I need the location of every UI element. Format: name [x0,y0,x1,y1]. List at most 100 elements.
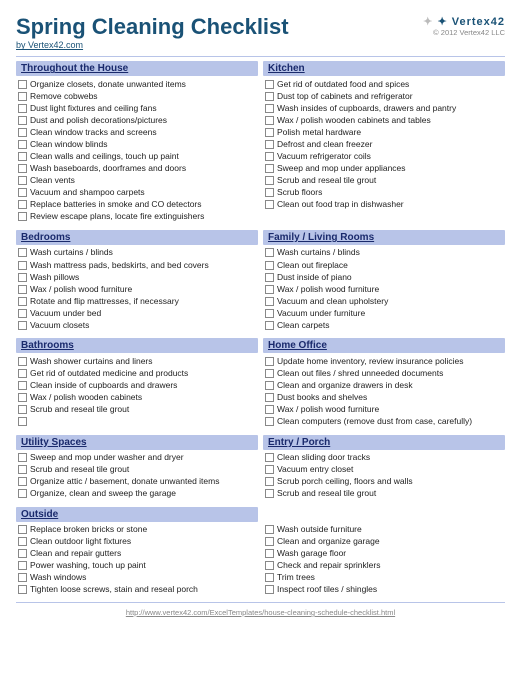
checkbox[interactable] [18,285,27,294]
checkbox[interactable] [18,128,27,137]
checkbox[interactable] [265,573,274,582]
checkbox[interactable] [18,573,27,582]
list-item: Dust light fixtures and ceiling fans [18,102,256,114]
checkbox[interactable] [265,248,274,257]
checkbox[interactable] [265,417,274,426]
checkbox[interactable] [18,453,27,462]
list-item: Replace broken bricks or stone [18,524,256,536]
list-item: Clean carpets [265,319,503,331]
checkbox[interactable] [18,212,27,221]
checkbox[interactable] [18,200,27,209]
checkbox[interactable] [265,321,274,330]
list-item: Vacuum refrigerator coils [265,151,503,163]
checkbox[interactable] [18,477,27,486]
checkbox[interactable] [265,381,274,390]
checkbox[interactable] [18,92,27,101]
checkbox[interactable] [265,477,274,486]
checkbox[interactable] [265,80,274,89]
checkbox[interactable] [18,80,27,89]
checkbox[interactable] [265,273,274,282]
checkbox[interactable] [265,453,274,462]
list-item: Clean out fireplace [265,259,503,271]
checkbox[interactable] [18,417,27,426]
checkbox[interactable] [18,321,27,330]
checkbox[interactable] [18,537,27,546]
checkbox[interactable] [265,285,274,294]
checkbox[interactable] [18,381,27,390]
list-item: Dust books and shelves [265,391,503,403]
list-item: Get rid of outdated food and spices [265,78,503,90]
checkbox[interactable] [265,140,274,149]
checkbox[interactable] [18,489,27,498]
checkbox[interactable] [18,297,27,306]
checkbox[interactable] [18,309,27,318]
list-item: Dust inside of piano [265,271,503,283]
checkbox[interactable] [265,104,274,113]
checkbox[interactable] [265,405,274,414]
checkbox[interactable] [18,393,27,402]
checkbox[interactable] [18,152,27,161]
list-item: Scrub and reseal tile grout [265,175,503,187]
checkbox[interactable] [265,561,274,570]
list-item: Clean sliding door tracks [265,452,503,464]
checkbox[interactable] [18,176,27,185]
checkbox[interactable] [18,164,27,173]
footer-url[interactable]: http://www.vertex42.com/ExcelTemplates/h… [16,608,505,617]
checkbox[interactable] [18,405,27,414]
checkbox[interactable] [265,261,274,270]
checkbox[interactable] [18,465,27,474]
checkbox[interactable] [18,549,27,558]
checkbox[interactable] [18,525,27,534]
checkbox[interactable] [265,152,274,161]
checkbox[interactable] [265,585,274,594]
list-item: Sweep and mop under washer and dryer [18,452,256,464]
list-item: Dust top of cabinets and refrigerator [265,90,503,102]
list-item: Replace batteries in smoke and CO detect… [18,199,256,211]
checkbox[interactable] [18,585,27,594]
checkbox[interactable] [265,176,274,185]
list-item: Wash curtains / blinds [18,247,256,259]
checkbox[interactable] [265,537,274,546]
checkbox[interactable] [265,357,274,366]
checkbox[interactable] [18,140,27,149]
list-item: Organize attic / basement, donate unwant… [18,476,256,488]
checkbox[interactable] [18,248,27,257]
checkbox[interactable] [265,309,274,318]
list-item: Wash insides of cupboards, drawers and p… [265,102,503,114]
checkbox[interactable] [18,357,27,366]
checkbox[interactable] [265,188,274,197]
checkbox[interactable] [265,369,274,378]
copyright: © 2012 Vertex42 LLC [433,28,505,37]
checkbox[interactable] [265,393,274,402]
section-outside-right-items: Wash outside furniture Clean and organiz… [263,523,505,598]
section-entry-title: Entry / Porch [263,435,505,450]
list-item: Wash garage floor [265,548,503,560]
checkbox[interactable] [18,104,27,113]
list-item: Wash shower curtains and liners [18,355,256,367]
list-item: Remove cobwebs [18,90,256,102]
checkbox[interactable] [18,116,27,125]
list-item: Wash mattress pads, bedskirts, and bed c… [18,259,256,271]
checkbox[interactable] [265,116,274,125]
checkbox[interactable] [18,261,27,270]
list-item: Polish metal hardware [265,127,503,139]
logo: ✦ ✦ Vertex42 [423,14,505,28]
checkbox[interactable] [265,164,274,173]
checkbox[interactable] [265,489,274,498]
logo-star-icon: ✦ [423,16,437,28]
checkbox[interactable] [265,465,274,474]
header-left: Spring Cleaning Checklist by Vertex42.co… [16,14,289,50]
checkbox[interactable] [265,200,274,209]
list-item: Trim trees [265,572,503,584]
checkbox[interactable] [18,561,27,570]
checkbox[interactable] [265,92,274,101]
checkbox[interactable] [265,549,274,558]
checkbox[interactable] [265,297,274,306]
checkbox[interactable] [265,128,274,137]
checkbox[interactable] [18,188,27,197]
checkbox[interactable] [18,273,27,282]
checkbox[interactable] [265,525,274,534]
checkbox[interactable] [18,369,27,378]
section-homeoffice-items: Update home inventory, review insurance … [263,354,505,429]
section-throughout: Throughout the House Organize closets, d… [16,61,258,225]
